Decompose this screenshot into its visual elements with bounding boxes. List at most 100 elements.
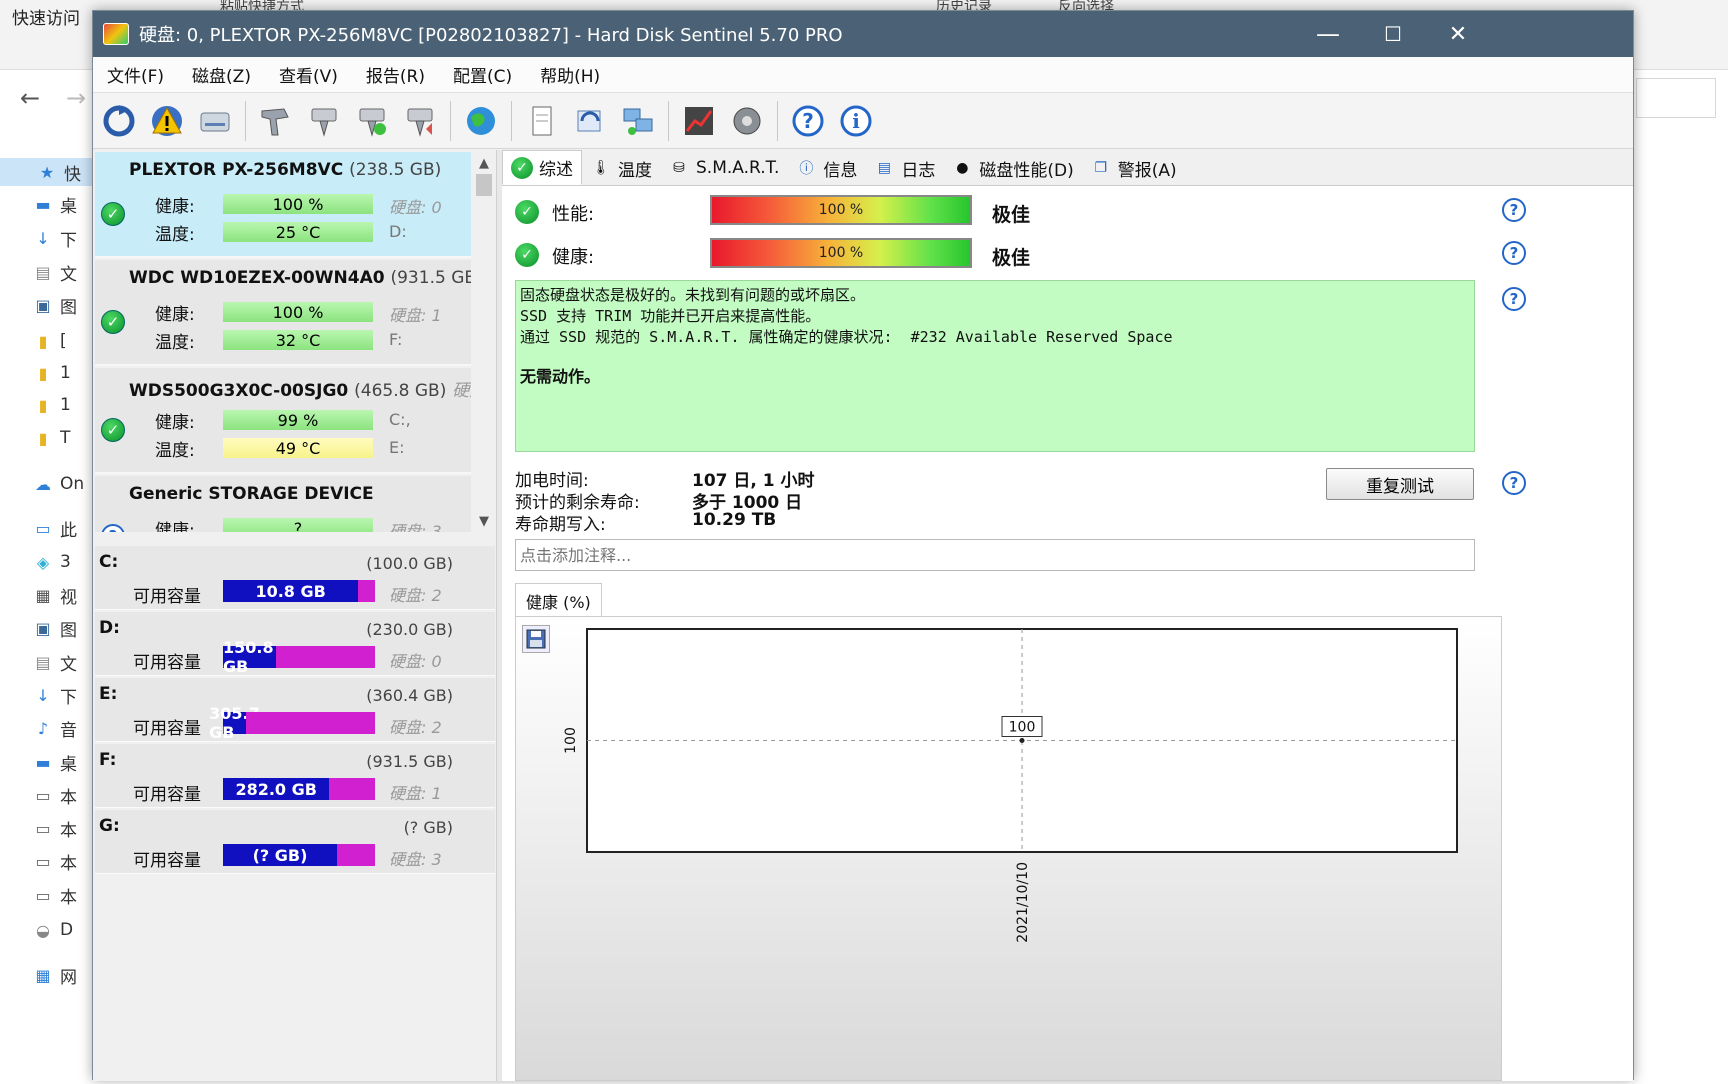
menu-file[interactable]: 文件(F) [93, 62, 178, 87]
explorer-nav-item[interactable]: ▦ 视 [32, 581, 77, 609]
explorer-nav-item[interactable]: ◒ D [32, 916, 73, 944]
free-space-remainder [337, 844, 375, 866]
explorer-nav-item[interactable]: ★ 快 [0, 158, 92, 186]
explorer-nav-item[interactable]: ☁ On [32, 470, 84, 498]
right-panel: ✓ 综述 🌡 温度 ⛁ S.M.A.R.T. ⓘ 信息 ▤ 日志 ● 磁盘性能(D) ❐ 警报… [502, 150, 1633, 1081]
volume-card-f[interactable]: F: (931.5 GB) 可用容量 282.0 GB 硬盘: 1 [95, 744, 495, 808]
explorer-nav-item[interactable]: ▭ 本 [32, 847, 77, 875]
performance-bar: 100 % [710, 195, 972, 225]
explorer-nav-item[interactable]: ▦ 网 [32, 961, 77, 989]
report-icon[interactable] [520, 99, 564, 143]
explorer-nav-item[interactable]: ▭ 本 [32, 781, 77, 809]
scroll-down-arrow-icon[interactable]: ▼ [473, 510, 495, 532]
tab-performance[interactable]: ● 磁盘性能(D) [943, 151, 1081, 185]
chart-tab-health[interactable]: 健康 (%) [515, 583, 602, 617]
explorer-nav-item[interactable]: ◈ 3 [32, 548, 71, 576]
menu-config[interactable]: 配置(C) [439, 62, 526, 87]
free-space-bar: 305.7 GB [209, 704, 375, 742]
explorer-nav-item[interactable]: ▤ 文 [32, 258, 77, 286]
explorer-nav-item[interactable]: ▤ 文 [32, 648, 77, 676]
help-health-icon[interactable]: ? [1502, 241, 1526, 265]
free-space-bar: 150.8 GB [223, 638, 375, 676]
volume-card-d[interactable]: D: (230.0 GB) 可用容量 150.8 GB 硬盘: 0 [95, 612, 495, 676]
status-summary: 固态硬盘状态是极好的。未找到有问题的或坏扇区。 SSD 支持 TRIM 功能并已… [515, 280, 1475, 452]
volume-card-c[interactable]: C: (100.0 GB) 可用容量 10.8 GB 硬盘: 2 [95, 546, 495, 610]
explorer-nav-item[interactable]: ▮ 1 [32, 359, 71, 387]
explorer-nav-item[interactable]: ▬ 桌 [32, 748, 77, 776]
menu-disk[interactable]: 磁盘(Z) [178, 62, 265, 87]
scroll-up-arrow-icon[interactable]: ▲ [473, 152, 495, 174]
back-arrow-icon[interactable]: ← [20, 84, 40, 112]
menu-report[interactable]: 报告(R) [352, 62, 439, 87]
star-icon: ★ [39, 162, 55, 182]
disk-card-wdc[interactable]: WDC WD10EZEX-00WN4A0 (931.5 GB) ✓ 健康: 10… [95, 260, 471, 366]
help-icon[interactable]: ? [786, 99, 830, 143]
explorer-address-bar[interactable] [1636, 78, 1716, 118]
about-icon[interactable]: i [834, 99, 878, 143]
help-retest-icon[interactable]: ? [1502, 471, 1526, 495]
tab-label: 警报(A) [1117, 160, 1177, 181]
send-icon[interactable] [568, 99, 612, 143]
retest-button[interactable]: 重复测试 [1326, 468, 1474, 500]
disk-card-wds[interactable]: WDS500G3X0C-00SJG0 (465.8 GB) 硬盘 ✓ 健康: 9… [95, 368, 471, 474]
menu-bar: 文件(F) 磁盘(Z) 查看(V) 报告(R) 配置(C) 帮助(H) [93, 57, 1633, 93]
disk-card-generic-storage[interactable]: Generic STORAGE DEVICE ? 健康: ? 硬盘: 3 [95, 476, 471, 532]
disk-index-note: 硬盘: 3 [389, 522, 442, 532]
tab-info[interactable]: ⓘ 信息 [787, 151, 865, 185]
explorer-nav-item[interactable]: ▮ 1 [32, 391, 71, 419]
explorer-nav-item[interactable]: ▣ 图 [32, 614, 77, 642]
tab-smart[interactable]: ⛁ S.M.A.R.T. [660, 151, 787, 185]
explorer-nav-label: 3 [60, 552, 71, 572]
explorer-nav-item[interactable]: ▮[ [32, 327, 67, 355]
quick-access-label[interactable]: 快速访问 [12, 4, 80, 29]
title-bar[interactable]: 硬盘: 0, PLEXTOR PX-256M8VC [P02802103827]… [93, 11, 1633, 57]
menu-view[interactable]: 查看(V) [265, 62, 352, 87]
alert-icon[interactable] [145, 99, 189, 143]
explorer-nav-item[interactable]: ▭ 本 [32, 814, 77, 842]
explorer-nav-label: 音 [60, 720, 77, 741]
settings-icon[interactable] [725, 99, 769, 143]
explorer-nav-pane: ★ 快 ▬ 桌 ↓ 下 ▤ 文 ▣ 图 ▮[ ▮ 1 ▮ 1 ▮ T ☁ On ▭ 此 ◈ 3 ▦ 视 ▣ 图 ▤ 文 ↓ 下 ♪ 音 ▬ 桌 ▭ 本 ▭… [0, 150, 92, 1080]
explorer-nav-item[interactable]: ♪ 音 [32, 714, 77, 742]
disk-test-1-icon[interactable] [302, 99, 346, 143]
explorer-nav-item[interactable]: ▭ 此 [32, 514, 77, 542]
help-summary-icon[interactable]: ? [1502, 287, 1526, 311]
tab-alerts[interactable]: ❐ 警报(A) [1082, 151, 1185, 185]
web-icon[interactable] [459, 99, 503, 143]
refresh-icon[interactable] [97, 99, 141, 143]
disk-list-scrollbar[interactable]: ▲ ▼ [473, 152, 495, 532]
disk-info-icon[interactable] [193, 99, 237, 143]
forward-arrow-icon[interactable]: → [66, 84, 86, 112]
volume-card-g[interactable]: G: (? GB) 可用容量 (? GB) 硬盘: 3 [95, 810, 495, 874]
disk-test-3-icon[interactable] [398, 99, 442, 143]
disk-test-2-icon[interactable] [350, 99, 394, 143]
minimize-button[interactable]: — [1293, 11, 1363, 57]
explorer-nav-item[interactable]: ▭ 本 [32, 881, 77, 909]
volume-size: (931.5 GB) [366, 752, 453, 771]
tab-temperature[interactable]: 🌡 温度 [582, 151, 660, 185]
tab-log[interactable]: ▤ 日志 [865, 151, 943, 185]
save-icon[interactable] [522, 625, 550, 653]
explorer-nav-item[interactable]: ▬ 桌 [32, 190, 77, 218]
volume-disk-note: 硬盘: 2 [389, 586, 442, 605]
explorer-nav-item[interactable]: ▣ 图 [32, 291, 77, 319]
scroll-thumb[interactable] [476, 174, 492, 196]
volume-card-e[interactable]: E: (360.4 GB) 可用容量 305.7 GB 硬盘: 2 [95, 678, 495, 742]
explorer-nav-item[interactable]: ↓ 下 [32, 224, 77, 252]
chart-y-tick-label: 100 [563, 727, 579, 754]
note-input[interactable] [515, 539, 1475, 571]
help-performance-icon[interactable]: ? [1502, 198, 1526, 222]
chart-icon[interactable] [677, 99, 721, 143]
network-icon[interactable] [616, 99, 660, 143]
document-icon: ▤ [35, 652, 51, 672]
disk-list: PLEXTOR PX-256M8VC (238.5 GB) ✓ 健康: 100 … [95, 152, 471, 532]
folder-icon: ▮ [38, 428, 48, 448]
close-button[interactable]: ✕ [1423, 11, 1493, 57]
disk-card-plextor[interactable]: PLEXTOR PX-256M8VC (238.5 GB) ✓ 健康: 100 … [95, 152, 471, 258]
tab-overview[interactable]: ✓ 综述 [502, 150, 582, 185]
test-icon[interactable] [254, 99, 298, 143]
menu-help[interactable]: 帮助(H) [526, 62, 614, 87]
maximize-button[interactable]: ☐ [1358, 11, 1428, 57]
explorer-nav-item[interactable]: ↓ 下 [32, 681, 77, 709]
explorer-nav-item[interactable]: ▮ T [32, 424, 71, 452]
